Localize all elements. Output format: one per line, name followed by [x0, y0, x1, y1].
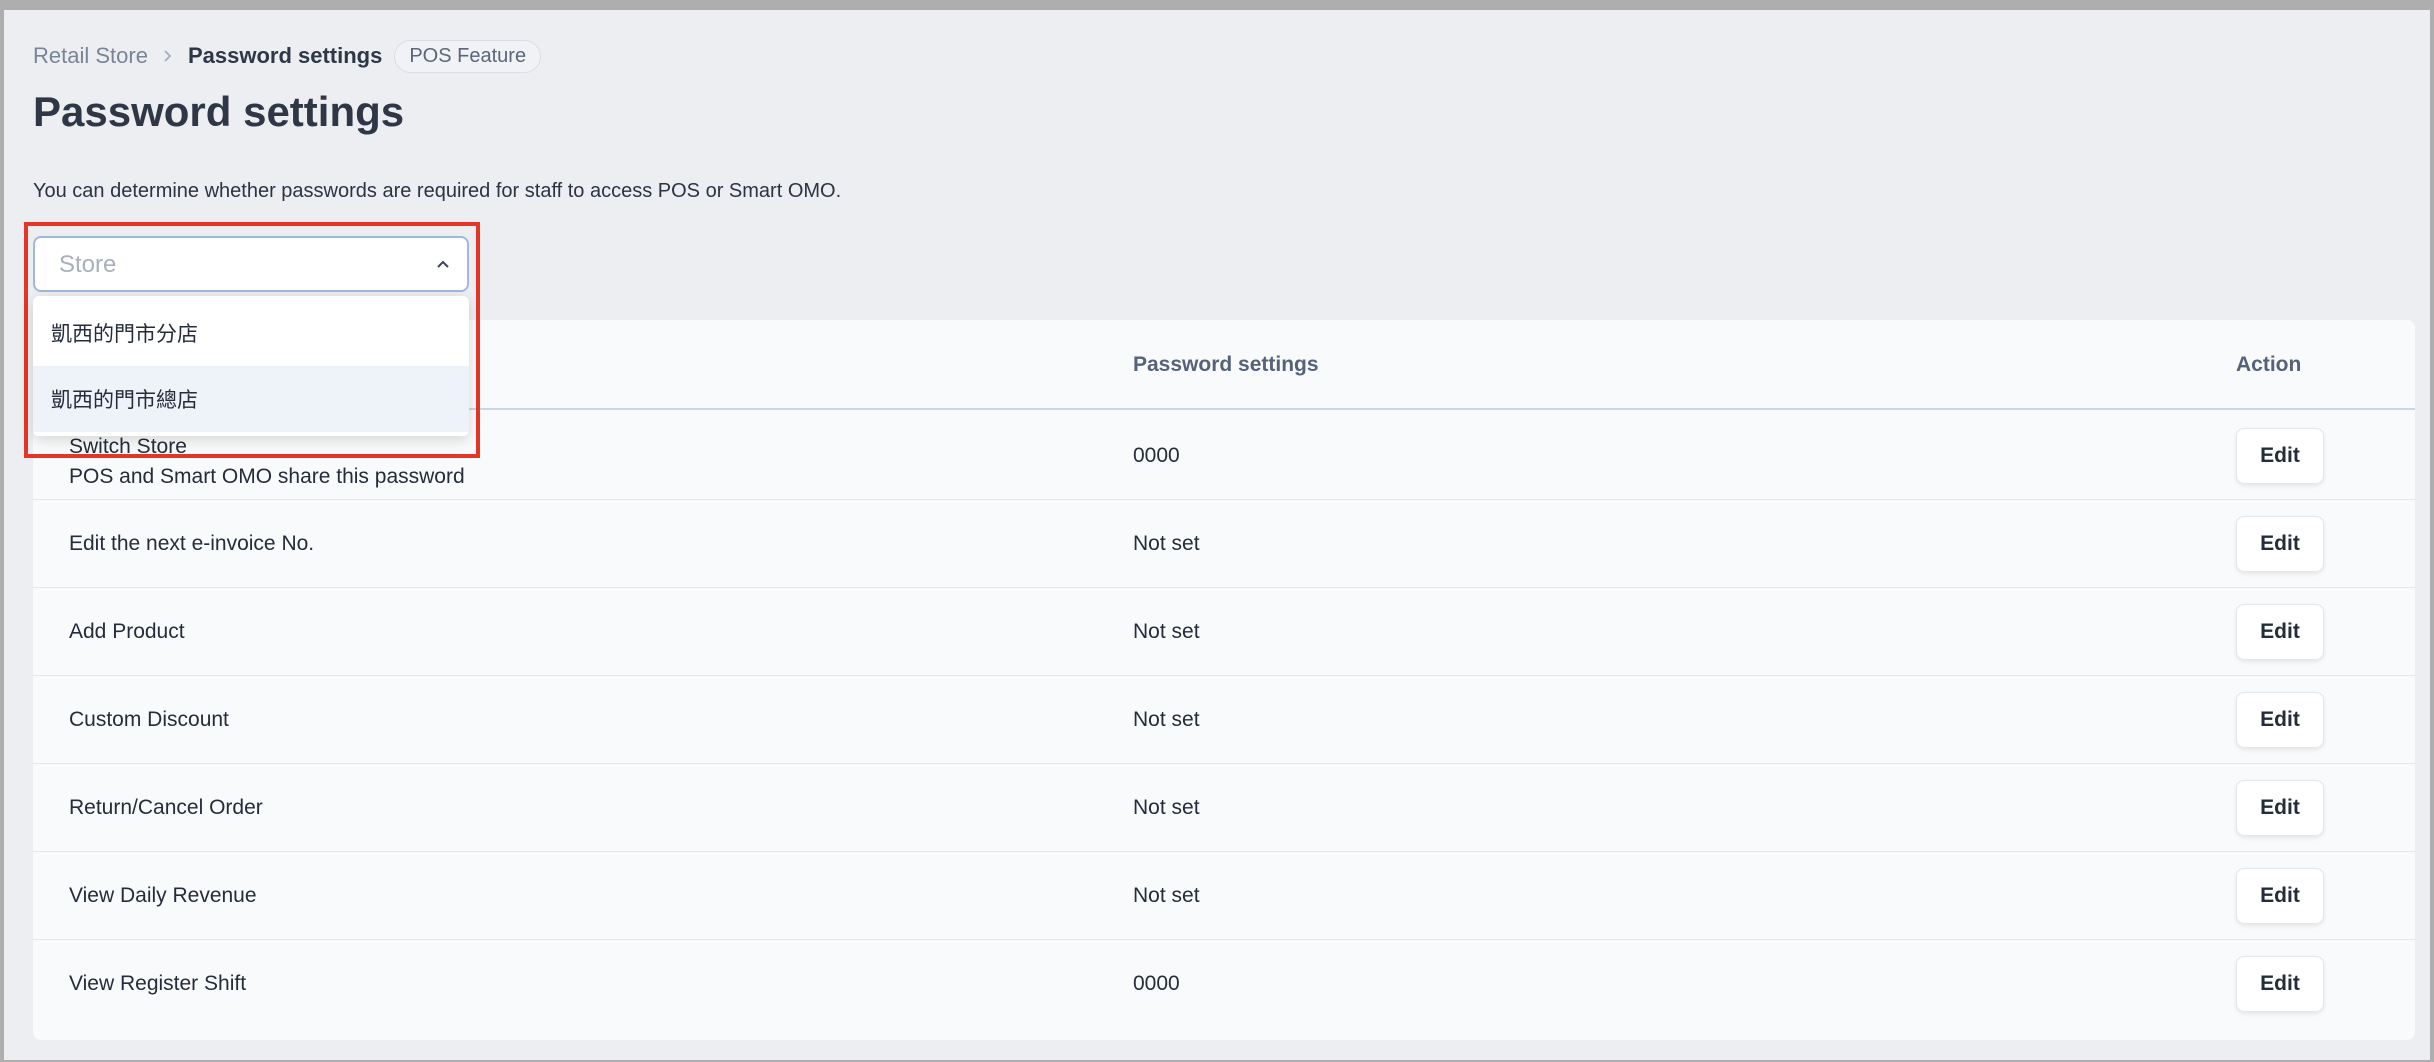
feature-title: View Daily Revenue	[69, 884, 257, 907]
feature-title: Edit the next e-invoice No.	[69, 532, 315, 555]
password-value: Not set	[1133, 620, 1200, 643]
table-row: Edit the next e-invoice No. Not set Edit	[33, 500, 2415, 588]
edit-button[interactable]: Edit	[2236, 780, 2324, 836]
store-option-branch[interactable]: 凱西的門市分店	[33, 300, 469, 366]
feature-title: View Register Shift	[69, 972, 247, 995]
feature-name: Edit the next e-invoice No.	[69, 529, 314, 559]
password-value: 0000	[1133, 972, 1180, 995]
table-row: View Daily Revenue Not set Edit	[33, 852, 2415, 940]
feature-name: Custom Discount	[69, 705, 229, 735]
store-select-input[interactable]	[59, 250, 419, 280]
store-select[interactable]	[33, 236, 469, 292]
password-value: Not set	[1133, 532, 1200, 555]
table-row: View Register Shift 0000 Edit	[33, 940, 2415, 1028]
feature-title: Custom Discount	[69, 708, 229, 731]
edit-button[interactable]: Edit	[2236, 956, 2324, 1012]
table-row: Add Product Not set Edit	[33, 588, 2415, 676]
edit-button[interactable]: Edit	[2236, 516, 2324, 572]
column-action: Action	[2236, 353, 2302, 376]
feature-name: Add Product	[69, 617, 185, 647]
page-description: You can determine whether passwords are …	[33, 180, 842, 202]
password-value: Not set	[1133, 884, 1200, 907]
password-value: 0000	[1133, 444, 1180, 467]
breadcrumb-current: Password settings	[187, 43, 383, 68]
feature-title: Return/Cancel Order	[69, 796, 263, 819]
app-frame: Retail Store Password settings POS Featu…	[4, 10, 2430, 1060]
chevron-right-icon	[148, 36, 188, 76]
edit-button[interactable]: Edit	[2236, 868, 2324, 924]
feature-tag: POS Feature	[394, 39, 542, 73]
page-title: Password settings	[33, 88, 405, 135]
breadcrumb: Retail Store Password settings POS Featu…	[33, 36, 542, 76]
edit-button[interactable]: Edit	[2236, 428, 2324, 484]
breadcrumb-retail-store[interactable]: Retail Store	[33, 43, 148, 69]
edit-button[interactable]: Edit	[2236, 604, 2324, 660]
store-option-headquarters[interactable]: 凱西的門市總店	[33, 366, 469, 432]
feature-title: Add Product	[69, 620, 185, 643]
feature-name: View Daily Revenue	[69, 881, 257, 911]
feature-name: Return/Cancel Order	[69, 793, 263, 823]
feature-subtitle: POS and Smart OMO share this password	[69, 465, 465, 488]
table-row: Custom Discount Not set Edit	[33, 676, 2415, 764]
chevron-up-icon[interactable]	[433, 254, 453, 274]
feature-name: View Register Shift	[69, 969, 246, 999]
table-row: Return/Cancel Order Not set Edit	[33, 764, 2415, 852]
store-dropdown-menu: 凱西的門市分店 凱西的門市總店	[33, 296, 469, 436]
edit-button[interactable]: Edit	[2236, 692, 2324, 748]
password-value: Not set	[1133, 708, 1200, 731]
column-password-settings: Password settings	[1133, 353, 1319, 376]
password-value: Not set	[1133, 796, 1200, 819]
